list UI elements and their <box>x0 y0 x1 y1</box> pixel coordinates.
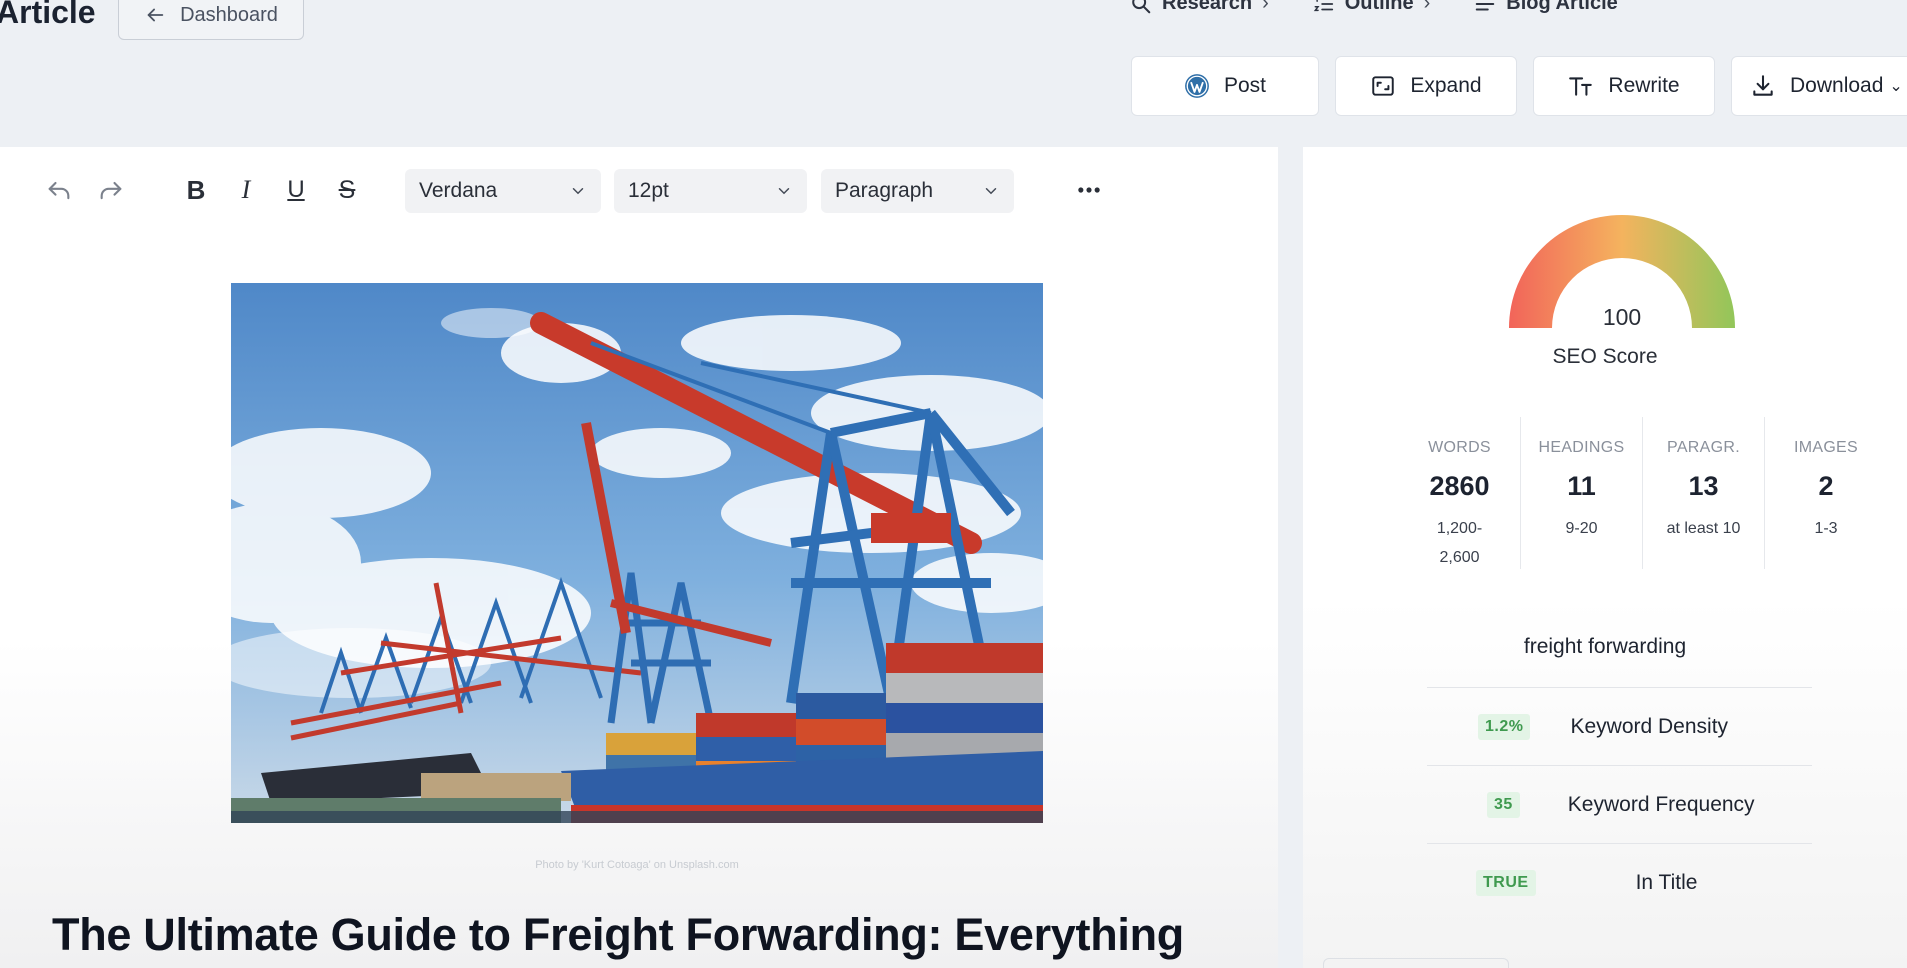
expand-label: Expand <box>1410 74 1482 97</box>
metric-label: Keyword Frequency <box>1567 792 1755 816</box>
stat-value: 11 <box>1567 471 1596 501</box>
font-size-select[interactable]: 12pt <box>614 169 807 213</box>
content-stats: WORDS 2860 1,200- 2,600 HEADINGS 11 9-20… <box>1399 417 1887 569</box>
rewrite-label: Rewrite <box>1608 74 1680 97</box>
article-editor: B I U S Verdana 12pt Paragraph Photo by … <box>0 147 1278 968</box>
seo-score-label: SEO Score <box>1552 345 1658 368</box>
breadcrumb-blog-article-label: Blog Article <box>1506 0 1618 14</box>
numbered-list-icon <box>1313 0 1333 11</box>
strikethrough-icon[interactable]: S <box>330 173 364 207</box>
stat-label: PARAGR. <box>1667 439 1740 456</box>
font-family-value: Verdana <box>419 179 498 202</box>
text-size-icon <box>1569 77 1593 96</box>
article-hero-image <box>231 283 1043 823</box>
target-keyword: freight forwarding <box>1523 635 1687 658</box>
metric-badge: 1.2% <box>1478 713 1531 740</box>
breadcrumb: Research › Outline › Blog Article <box>1130 0 1618 15</box>
italic-icon[interactable]: I <box>229 173 263 207</box>
stat-range-line: 1,200- <box>1436 520 1483 537</box>
stat-range: 1-3 <box>1814 520 1838 537</box>
expand-icon <box>1372 76 1395 96</box>
download-icon <box>1753 75 1773 96</box>
chevron-right-icon: › <box>1262 0 1269 14</box>
stat-range: 9-20 <box>1565 520 1598 537</box>
bold-icon[interactable]: B <box>179 173 213 207</box>
stat-headings: HEADINGS 11 9-20 <box>1521 417 1643 569</box>
seo-score-value: 100 <box>1603 304 1641 330</box>
stat-label: IMAGES <box>1793 439 1859 456</box>
font-size-value: 12pt <box>628 179 669 202</box>
stat-paragraphs: PARAGR. 13 at least 10 <box>1643 417 1765 569</box>
text-lines-icon <box>1476 2 1495 11</box>
wordpress-icon <box>1185 74 1209 98</box>
stat-value: 13 <box>1688 471 1719 501</box>
redo-icon[interactable] <box>94 173 128 207</box>
underline-icon[interactable]: U <box>279 173 313 207</box>
seo-panel-button[interactable] <box>1323 958 1509 968</box>
stat-label: HEADINGS <box>1538 439 1625 456</box>
image-caption: Photo by 'Kurt Cotoaga' on Unsplash.com <box>535 859 739 871</box>
stat-range-line: 2,600 <box>1439 549 1480 566</box>
stat-value: 2860 <box>1429 471 1490 501</box>
chevron-down-icon <box>778 188 790 195</box>
breadcrumb-research[interactable]: Research › <box>1130 0 1269 15</box>
download-label: Download <box>1790 74 1884 97</box>
stat-value: 2 <box>1818 471 1834 501</box>
post-button[interactable]: Post <box>1131 56 1319 116</box>
stat-range: 1,200- 2,600 <box>1399 514 1520 572</box>
metric-badge: 35 <box>1487 791 1520 818</box>
rewrite-button[interactable]: Rewrite <box>1533 56 1715 116</box>
article-heading[interactable]: The Ultimate Guide to Freight Forwarding… <box>52 909 1184 961</box>
post-label: Post <box>1223 74 1267 97</box>
search-icon <box>1132 0 1151 13</box>
top-bar: Article Dashboard Research › Outline › B… <box>0 0 1907 140</box>
download-button[interactable]: Download ⌄ <box>1731 56 1907 116</box>
dashboard-back-label: Dashboard <box>180 3 278 26</box>
metric-label: Keyword Density <box>1570 714 1729 738</box>
stat-images: IMAGES 2 1-3 <box>1765 417 1887 569</box>
arrow-left-icon <box>147 8 164 22</box>
block-format-value: Paragraph <box>835 179 934 202</box>
expand-button[interactable]: Expand <box>1335 56 1517 116</box>
chevron-down-icon <box>985 188 997 195</box>
metric-badge: TRUE <box>1476 869 1536 896</box>
metric-label: In Title <box>1635 870 1698 894</box>
breadcrumb-outline-label: Outline <box>1344 0 1414 14</box>
seo-panel: 100 SEO Score WORDS 2860 1,200- 2,600 HE… <box>1303 147 1907 968</box>
stat-label: WORDS <box>1428 439 1491 456</box>
action-bar: Post Expand Rewrite Download ⌄ <box>1131 56 1907 116</box>
chevron-right-icon: › <box>1423 0 1431 14</box>
breadcrumb-blog-article[interactable]: Blog Article <box>1474 0 1618 15</box>
breadcrumb-research-label: Research <box>1162 0 1253 14</box>
undo-icon[interactable] <box>42 173 76 207</box>
breadcrumb-outline[interactable]: Outline › <box>1313 0 1431 15</box>
font-family-select[interactable]: Verdana <box>405 169 601 213</box>
block-format-select[interactable]: Paragraph <box>821 169 1014 213</box>
page-title: Article <box>0 0 96 30</box>
metric-keyword-density: 1.2% Keyword Density <box>1427 687 1812 765</box>
metric-keyword-frequency: 35 Keyword Frequency <box>1427 765 1812 843</box>
stat-range: at least 10 <box>1666 520 1741 537</box>
stat-words: WORDS 2860 1,200- 2,600 <box>1399 417 1521 569</box>
dashboard-back-button[interactable]: Dashboard <box>118 0 304 40</box>
chevron-down-icon: ⌄ <box>1889 78 1903 95</box>
seo-score-gauge: 100 <box>1497 203 1747 333</box>
chevron-down-icon <box>572 188 584 195</box>
metric-in-title: TRUE In Title <box>1427 843 1812 921</box>
more-options-icon[interactable] <box>1072 173 1106 207</box>
